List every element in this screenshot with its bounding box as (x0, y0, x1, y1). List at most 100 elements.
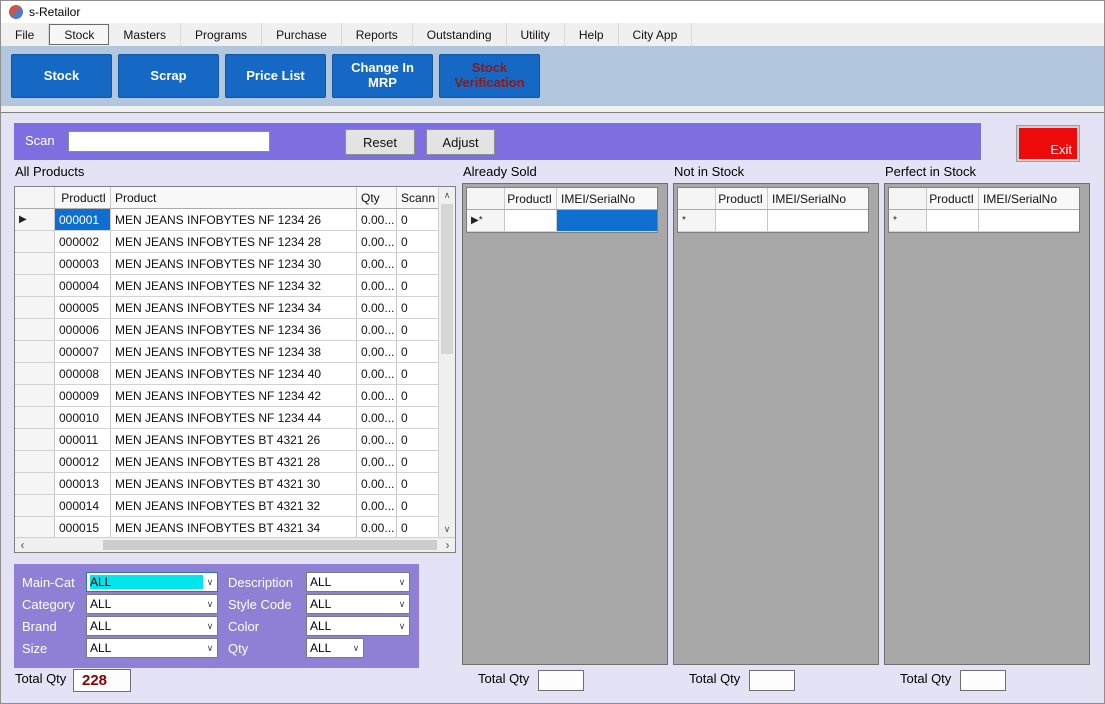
menu-item-utility[interactable]: Utility (507, 23, 565, 46)
cell-scanned[interactable]: 0 (397, 451, 439, 472)
row-selector[interactable]: * (678, 210, 716, 231)
cell-product[interactable]: MEN JEANS INFOBYTES BT 4321 34 (111, 517, 357, 538)
cell-product-id[interactable] (505, 210, 557, 231)
menu-item-city-app[interactable]: City App (619, 23, 693, 46)
cell-product[interactable]: MEN JEANS INFOBYTES NF 1234 36 (111, 319, 357, 340)
cell-scanned[interactable]: 0 (397, 495, 439, 516)
cell-qty[interactable]: 0.00... (357, 473, 397, 494)
cell-scanned[interactable]: 0 (397, 319, 439, 340)
table-row[interactable]: 000014MEN JEANS INFOBYTES BT 4321 320.00… (15, 495, 455, 517)
cell-product-id[interactable]: 000015 (55, 517, 111, 538)
vertical-scrollbar[interactable]: ∧ ∨ (438, 187, 455, 537)
row-selector[interactable] (15, 517, 55, 538)
table-row[interactable]: * (889, 210, 1079, 232)
cell-product-id[interactable]: 000001 (55, 209, 111, 230)
cell-product-id[interactable]: 000013 (55, 473, 111, 494)
toolbar-button-price-list[interactable]: Price List (225, 54, 326, 98)
vertical-scrollbar-thumb[interactable] (441, 204, 453, 354)
row-selector[interactable] (15, 451, 55, 472)
cell-product-id[interactable]: 000011 (55, 429, 111, 450)
filter-select-main-cat[interactable]: ALL∨ (86, 572, 218, 592)
table-row[interactable]: 000008MEN JEANS INFOBYTES NF 1234 400.00… (15, 363, 455, 385)
menu-item-reports[interactable]: Reports (342, 23, 413, 46)
column-header-product-id[interactable]: ProductI (927, 188, 979, 209)
cell-product[interactable]: MEN JEANS INFOBYTES NF 1234 42 (111, 385, 357, 406)
menu-item-file[interactable]: File (1, 23, 49, 46)
row-selector[interactable] (15, 341, 55, 362)
cell-product[interactable]: MEN JEANS INFOBYTES NF 1234 28 (111, 231, 357, 252)
toolbar-button-stock-verification[interactable]: Stock Verification (439, 54, 540, 98)
column-header-scanned[interactable]: Scann (397, 187, 439, 208)
cell-qty[interactable]: 0.00... (357, 231, 397, 252)
cell-qty[interactable]: 0.00... (357, 341, 397, 362)
cell-product-id[interactable]: 000002 (55, 231, 111, 252)
table-row[interactable]: 000002MEN JEANS INFOBYTES NF 1234 280.00… (15, 231, 455, 253)
cell-product[interactable]: MEN JEANS INFOBYTES NF 1234 26 (111, 209, 357, 230)
menu-item-stock[interactable]: Stock (49, 24, 109, 45)
cell-qty[interactable]: 0.00... (357, 253, 397, 274)
row-selector[interactable]: ▶* (467, 210, 505, 231)
cell-scanned[interactable]: 0 (397, 385, 439, 406)
cell-product-id[interactable] (716, 210, 768, 231)
cell-product[interactable]: MEN JEANS INFOBYTES NF 1234 38 (111, 341, 357, 362)
row-selector[interactable] (15, 319, 55, 340)
table-row[interactable]: 000003MEN JEANS INFOBYTES NF 1234 300.00… (15, 253, 455, 275)
cell-qty[interactable]: 0.00... (357, 429, 397, 450)
row-selector[interactable]: * (889, 210, 927, 231)
column-header-product-id[interactable]: ProductI (55, 187, 111, 208)
cell-qty[interactable]: 0.00... (357, 517, 397, 538)
menu-item-outstanding[interactable]: Outstanding (413, 23, 507, 46)
adjust-button[interactable]: Adjust (426, 129, 495, 155)
table-row[interactable]: 000015MEN JEANS INFOBYTES BT 4321 340.00… (15, 517, 455, 539)
filter-select-description[interactable]: ALL∨ (306, 572, 410, 592)
column-header-product-id[interactable]: ProductI (505, 188, 557, 209)
cell-product-id[interactable]: 000009 (55, 385, 111, 406)
row-selector[interactable] (15, 495, 55, 516)
cell-qty[interactable]: 0.00... (357, 297, 397, 318)
column-header-product[interactable]: Product (111, 187, 357, 208)
cell-product-id[interactable]: 000007 (55, 341, 111, 362)
toolbar-button-scrap[interactable]: Scrap (118, 54, 219, 98)
row-selector[interactable]: ▶ (15, 209, 55, 230)
cell-imei[interactable] (557, 210, 657, 231)
cell-product[interactable]: MEN JEANS INFOBYTES NF 1234 34 (111, 297, 357, 318)
table-row[interactable]: 000012MEN JEANS INFOBYTES BT 4321 280.00… (15, 451, 455, 473)
cell-qty[interactable]: 0.00... (357, 209, 397, 230)
cell-scanned[interactable]: 0 (397, 253, 439, 274)
cell-product[interactable]: MEN JEANS INFOBYTES NF 1234 40 (111, 363, 357, 384)
table-row[interactable]: 000007MEN JEANS INFOBYTES NF 1234 380.00… (15, 341, 455, 363)
table-row[interactable]: 000011MEN JEANS INFOBYTES BT 4321 260.00… (15, 429, 455, 451)
cell-qty[interactable]: 0.00... (357, 319, 397, 340)
table-row[interactable]: ▶* (467, 210, 657, 232)
reset-button[interactable]: Reset (345, 129, 415, 155)
cell-product[interactable]: MEN JEANS INFOBYTES BT 4321 30 (111, 473, 357, 494)
cell-imei[interactable] (979, 210, 1079, 231)
cell-qty[interactable]: 0.00... (357, 275, 397, 296)
cell-product-id[interactable]: 000003 (55, 253, 111, 274)
row-selector[interactable] (15, 297, 55, 318)
scroll-down-icon[interactable]: ∨ (439, 521, 455, 537)
table-row[interactable]: 000013MEN JEANS INFOBYTES BT 4321 300.00… (15, 473, 455, 495)
row-selector[interactable] (15, 473, 55, 494)
filter-select-category[interactable]: ALL∨ (86, 594, 218, 614)
cell-qty[interactable]: 0.00... (357, 451, 397, 472)
toolbar-button-change-in-mrp[interactable]: Change In MRP (332, 54, 433, 98)
filter-select-style-code[interactable]: ALL∨ (306, 594, 410, 614)
row-selector[interactable] (15, 429, 55, 450)
scroll-left-icon[interactable]: ‹ (15, 538, 30, 552)
cell-scanned[interactable]: 0 (397, 341, 439, 362)
cell-product-id[interactable]: 000010 (55, 407, 111, 428)
row-selector[interactable] (15, 407, 55, 428)
row-selector[interactable] (15, 275, 55, 296)
table-row[interactable]: ▶000001MEN JEANS INFOBYTES NF 1234 260.0… (15, 209, 455, 231)
cell-qty[interactable]: 0.00... (357, 495, 397, 516)
cell-imei[interactable] (768, 210, 868, 231)
table-row[interactable]: 000005MEN JEANS INFOBYTES NF 1234 340.00… (15, 297, 455, 319)
cell-scanned[interactable]: 0 (397, 517, 439, 538)
cell-product-id[interactable]: 000014 (55, 495, 111, 516)
cell-scanned[interactable]: 0 (397, 407, 439, 428)
cell-scanned[interactable]: 0 (397, 297, 439, 318)
cell-product[interactable]: MEN JEANS INFOBYTES NF 1234 44 (111, 407, 357, 428)
filter-select-color[interactable]: ALL∨ (306, 616, 410, 636)
cell-scanned[interactable]: 0 (397, 429, 439, 450)
